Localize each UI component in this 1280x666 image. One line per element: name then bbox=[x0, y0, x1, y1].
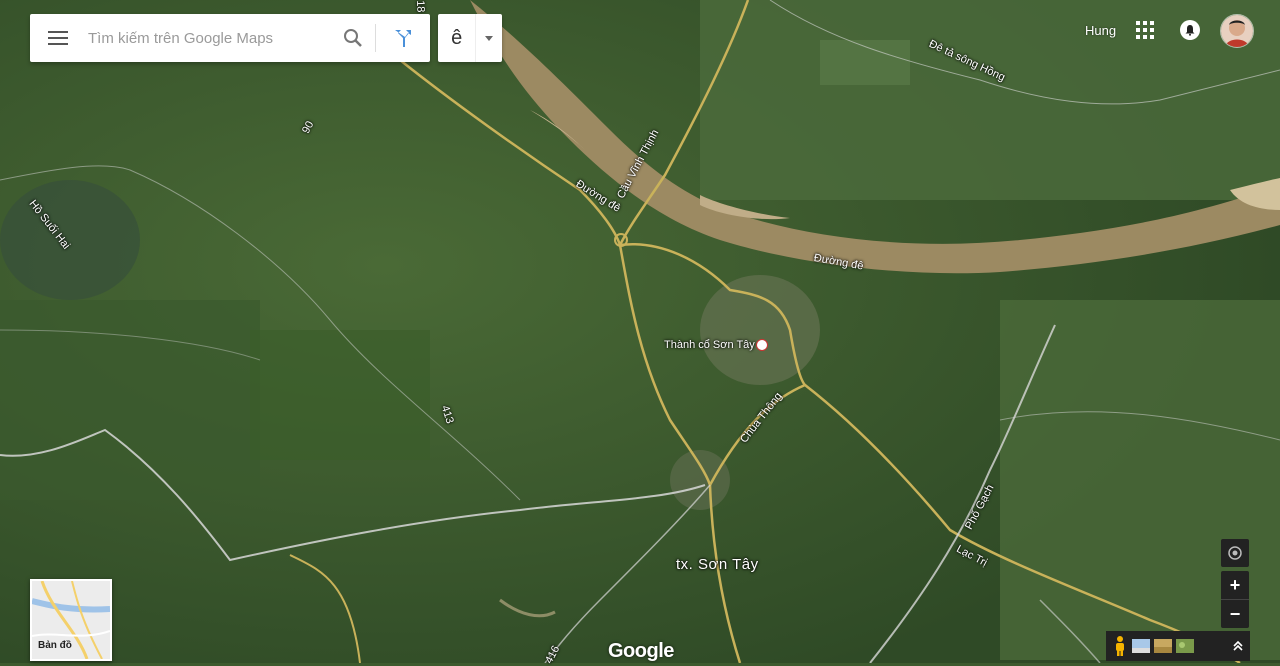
pegman-icon[interactable] bbox=[1112, 635, 1128, 657]
label-route-18: 18 bbox=[414, 0, 427, 13]
imagery-thumb-1[interactable] bbox=[1132, 639, 1150, 653]
map-type-label: Bản đồ bbox=[38, 640, 72, 651]
map-type-toggle[interactable]: Bản đồ bbox=[30, 579, 112, 661]
bell-icon bbox=[1185, 25, 1195, 36]
search-box bbox=[30, 14, 430, 62]
avatar[interactable] bbox=[1220, 14, 1254, 48]
location-target-icon bbox=[1228, 546, 1242, 560]
imagery-thumb-3[interactable] bbox=[1176, 639, 1194, 653]
expand-button[interactable] bbox=[1226, 631, 1250, 661]
double-chevron-up-icon bbox=[1233, 640, 1243, 651]
zoom-in-button[interactable]: + bbox=[1221, 571, 1249, 599]
input-tools-dropdown[interactable] bbox=[475, 14, 502, 62]
apps-grid-icon bbox=[1136, 21, 1154, 39]
input-tools: ê bbox=[438, 14, 502, 62]
label-son-tay-citadel[interactable]: Thành cổ Sơn Tây bbox=[664, 339, 755, 351]
input-tools-button[interactable]: ê bbox=[438, 27, 475, 50]
search-icon bbox=[344, 29, 362, 47]
zoom-out-button[interactable]: − bbox=[1221, 599, 1249, 628]
directions-icon bbox=[395, 30, 411, 47]
my-location-button[interactable] bbox=[1221, 539, 1249, 567]
search-input[interactable] bbox=[86, 22, 331, 54]
notifications-button[interactable] bbox=[1180, 20, 1200, 40]
search-button[interactable] bbox=[331, 14, 375, 62]
menu-button[interactable] bbox=[30, 14, 86, 62]
imagery-thumb-2[interactable] bbox=[1154, 639, 1172, 653]
directions-button[interactable] bbox=[376, 14, 430, 62]
label-son-tay-town[interactable]: tx. Sơn Tây bbox=[676, 556, 759, 573]
google-logo: Google bbox=[608, 640, 674, 662]
satellite-map[interactable] bbox=[0, 0, 1280, 663]
caret-down-icon bbox=[485, 35, 494, 41]
apps-button[interactable] bbox=[1135, 20, 1155, 40]
imagery-bar bbox=[1106, 631, 1250, 661]
avatar-image bbox=[1221, 15, 1253, 47]
user-name[interactable]: Hung bbox=[1085, 23, 1116, 38]
hamburger-icon bbox=[48, 31, 68, 45]
citadel-icon[interactable] bbox=[756, 339, 768, 351]
